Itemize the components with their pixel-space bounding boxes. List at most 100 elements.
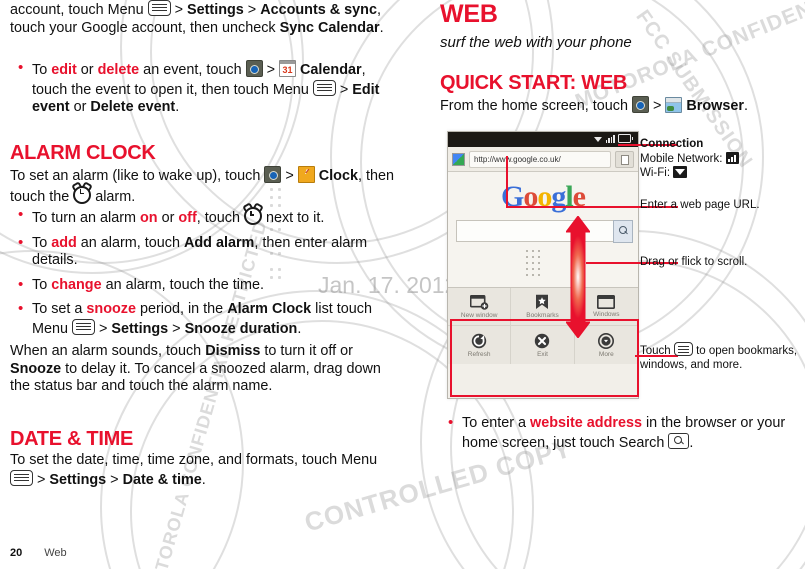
menu-icon <box>312 79 336 96</box>
date-time-paragraph: To set the date, time, time zone, and fo… <box>10 452 395 489</box>
alarm-clock-icon <box>73 185 92 204</box>
bullet-post: an alarm, touch <box>76 234 184 251</box>
app-launcher-icon <box>631 96 649 113</box>
continued-paragraph: account, touch Menu > Settings > Account… <box>10 0 390 37</box>
date-time-end: . <box>201 471 206 488</box>
website-address-bullet-list: To enter a website address in the browse… <box>440 414 805 452</box>
bullet-mid: or <box>157 210 179 226</box>
bullet-post: period, in the <box>135 301 228 317</box>
callout-mobile-network-label: Mobile Network: <box>640 152 723 165</box>
alarm-intro-pre: To set an alarm (like to wake up), touch <box>10 168 265 184</box>
chapter-title: WEB <box>440 0 498 28</box>
app-launcher-icon <box>264 166 282 183</box>
google-search-button[interactable] <box>613 220 633 243</box>
menu-icon <box>72 318 95 335</box>
bullet-mid2: an event, touch <box>139 62 246 78</box>
logo-letter: o <box>537 180 552 213</box>
list-item-calendar: To edit or delete an event, touch > 31 C… <box>10 59 395 117</box>
calendar-icon: 31 <box>279 60 296 77</box>
bullet-sep2: > <box>335 81 353 98</box>
wifi-icon <box>593 135 603 143</box>
search-icon <box>668 432 690 449</box>
date-time-sep2: > <box>106 471 123 488</box>
settings-label: Settings <box>111 320 169 337</box>
bullet-pre: To <box>32 276 52 293</box>
keyword-add: add <box>51 234 77 251</box>
google-logo: Google <box>448 180 638 214</box>
settings-label: Settings <box>187 2 244 18</box>
quick-start-paragraph: From the home screen, touch > Browser. <box>440 96 805 116</box>
delete-event-label: Delete event <box>90 99 176 115</box>
alarm-intro-sep: > <box>281 168 298 184</box>
manual-page: MOTOROLA CONFIDENTIAL RESTRICTED FCC SUB… <box>0 0 805 569</box>
callout-leader-url-vertical <box>506 156 508 208</box>
logo-letter: e <box>572 180 586 213</box>
alarm-clock-icon <box>243 207 262 225</box>
menu-icon <box>673 342 693 356</box>
section-heading-date-time: DATE & TIME <box>10 428 133 450</box>
alarm-closing-paragraph: When an alarm sounds, touch Dismiss to t… <box>10 343 395 396</box>
quick-start-end: . <box>743 98 748 114</box>
callout-scroll: Drag or flick to scroll. <box>640 256 748 268</box>
alarm-intro-paragraph: To set an alarm (like to wake up), touch… <box>10 166 395 206</box>
page-footer: 20 Web <box>10 547 67 559</box>
bullet-sep: > <box>262 62 279 78</box>
snooze-label: Snooze <box>10 360 62 377</box>
list-item-alarm-snooze: To set a snooze period, in the Alarm Clo… <box>10 300 395 338</box>
callout-box-options-menu <box>450 319 639 397</box>
callout-connection-title: Connection <box>640 138 704 150</box>
list-item-alarm-change: To change an alarm, touch the time. <box>10 276 395 295</box>
list-item-website-address: To enter a website address in the browse… <box>440 414 805 452</box>
bullet-mid: or <box>76 62 98 78</box>
snooze-duration-label: Snooze duration <box>184 320 298 337</box>
bullet-end: an alarm, touch the time. <box>101 276 264 293</box>
alarm-clock-list-label: Alarm Clock <box>227 301 312 317</box>
keyword-delete: delete <box>97 62 140 78</box>
browser-app-label: Browser <box>686 98 744 114</box>
wifi-icon <box>673 166 688 178</box>
bullet-end: . <box>175 99 180 115</box>
url-input[interactable]: http://www.google.co.uk/ <box>469 150 611 168</box>
closing-p2: to turn it off or <box>260 343 353 359</box>
callout-wifi-label: Wi-Fi: <box>640 167 671 179</box>
logo-letter: l <box>565 180 573 213</box>
paragraph-text-2: > <box>170 2 188 18</box>
calendar-bullet-list: To edit or delete an event, touch > 31 C… <box>10 59 395 117</box>
alarm-bullet-list: To turn an alarm on or off, touch next t… <box>10 206 395 338</box>
closing-p1: When an alarm sounds, touch <box>10 343 206 359</box>
bullet-pre: To <box>32 62 52 78</box>
phone-status-bar <box>448 132 638 147</box>
bullet-sep2: > <box>168 320 185 337</box>
paragraph-text-0: account, touch Menu <box>10 2 148 18</box>
callout-options-menu: Touch to open bookmarks, windows, and mo… <box>640 342 805 372</box>
list-item-alarm-on-off: To turn an alarm on or off, touch next t… <box>10 206 395 228</box>
bullet-or: or <box>69 99 91 115</box>
menu-item-label: New window <box>460 311 498 319</box>
menu-item-label: Bookmarks <box>526 312 559 319</box>
logo-letter: G <box>500 180 524 213</box>
section-heading-alarm-clock: ALARM CLOCK <box>10 142 156 164</box>
callout-menu-pre: Touch <box>640 345 674 357</box>
callout-mobile-network: Mobile Network: <box>640 151 805 167</box>
keyword-change: change <box>51 276 102 293</box>
bullet-pre: To enter a <box>462 415 530 431</box>
favicon-icon <box>452 152 465 166</box>
calendar-app-label: Calendar <box>300 62 362 78</box>
menu-item-label: Windows <box>593 311 620 318</box>
bullet-pre: To set a <box>32 301 87 317</box>
google-search-field[interactable] <box>456 220 633 243</box>
logo-letter: g <box>551 180 566 213</box>
add-alarm-label: Add alarm <box>183 234 255 251</box>
bookmark-page-button[interactable] <box>615 150 634 168</box>
list-item-alarm-add: To add an alarm, touch Add alarm, then e… <box>10 234 395 270</box>
clock-app-icon <box>297 166 315 183</box>
signal-icon <box>725 151 739 164</box>
logo-letter: o <box>523 180 538 213</box>
bullet-pre: To <box>32 234 52 251</box>
app-launcher-icon <box>245 60 263 77</box>
date-time-label: Date & time <box>122 471 202 488</box>
browser-url-bar[interactable]: http://www.google.co.uk/ <box>448 147 638 172</box>
section-heading-quick-start: QUICK START: WEB <box>440 72 628 94</box>
chapter-subtitle: surf the web with your phone <box>440 34 632 51</box>
signal-icon <box>605 135 615 143</box>
